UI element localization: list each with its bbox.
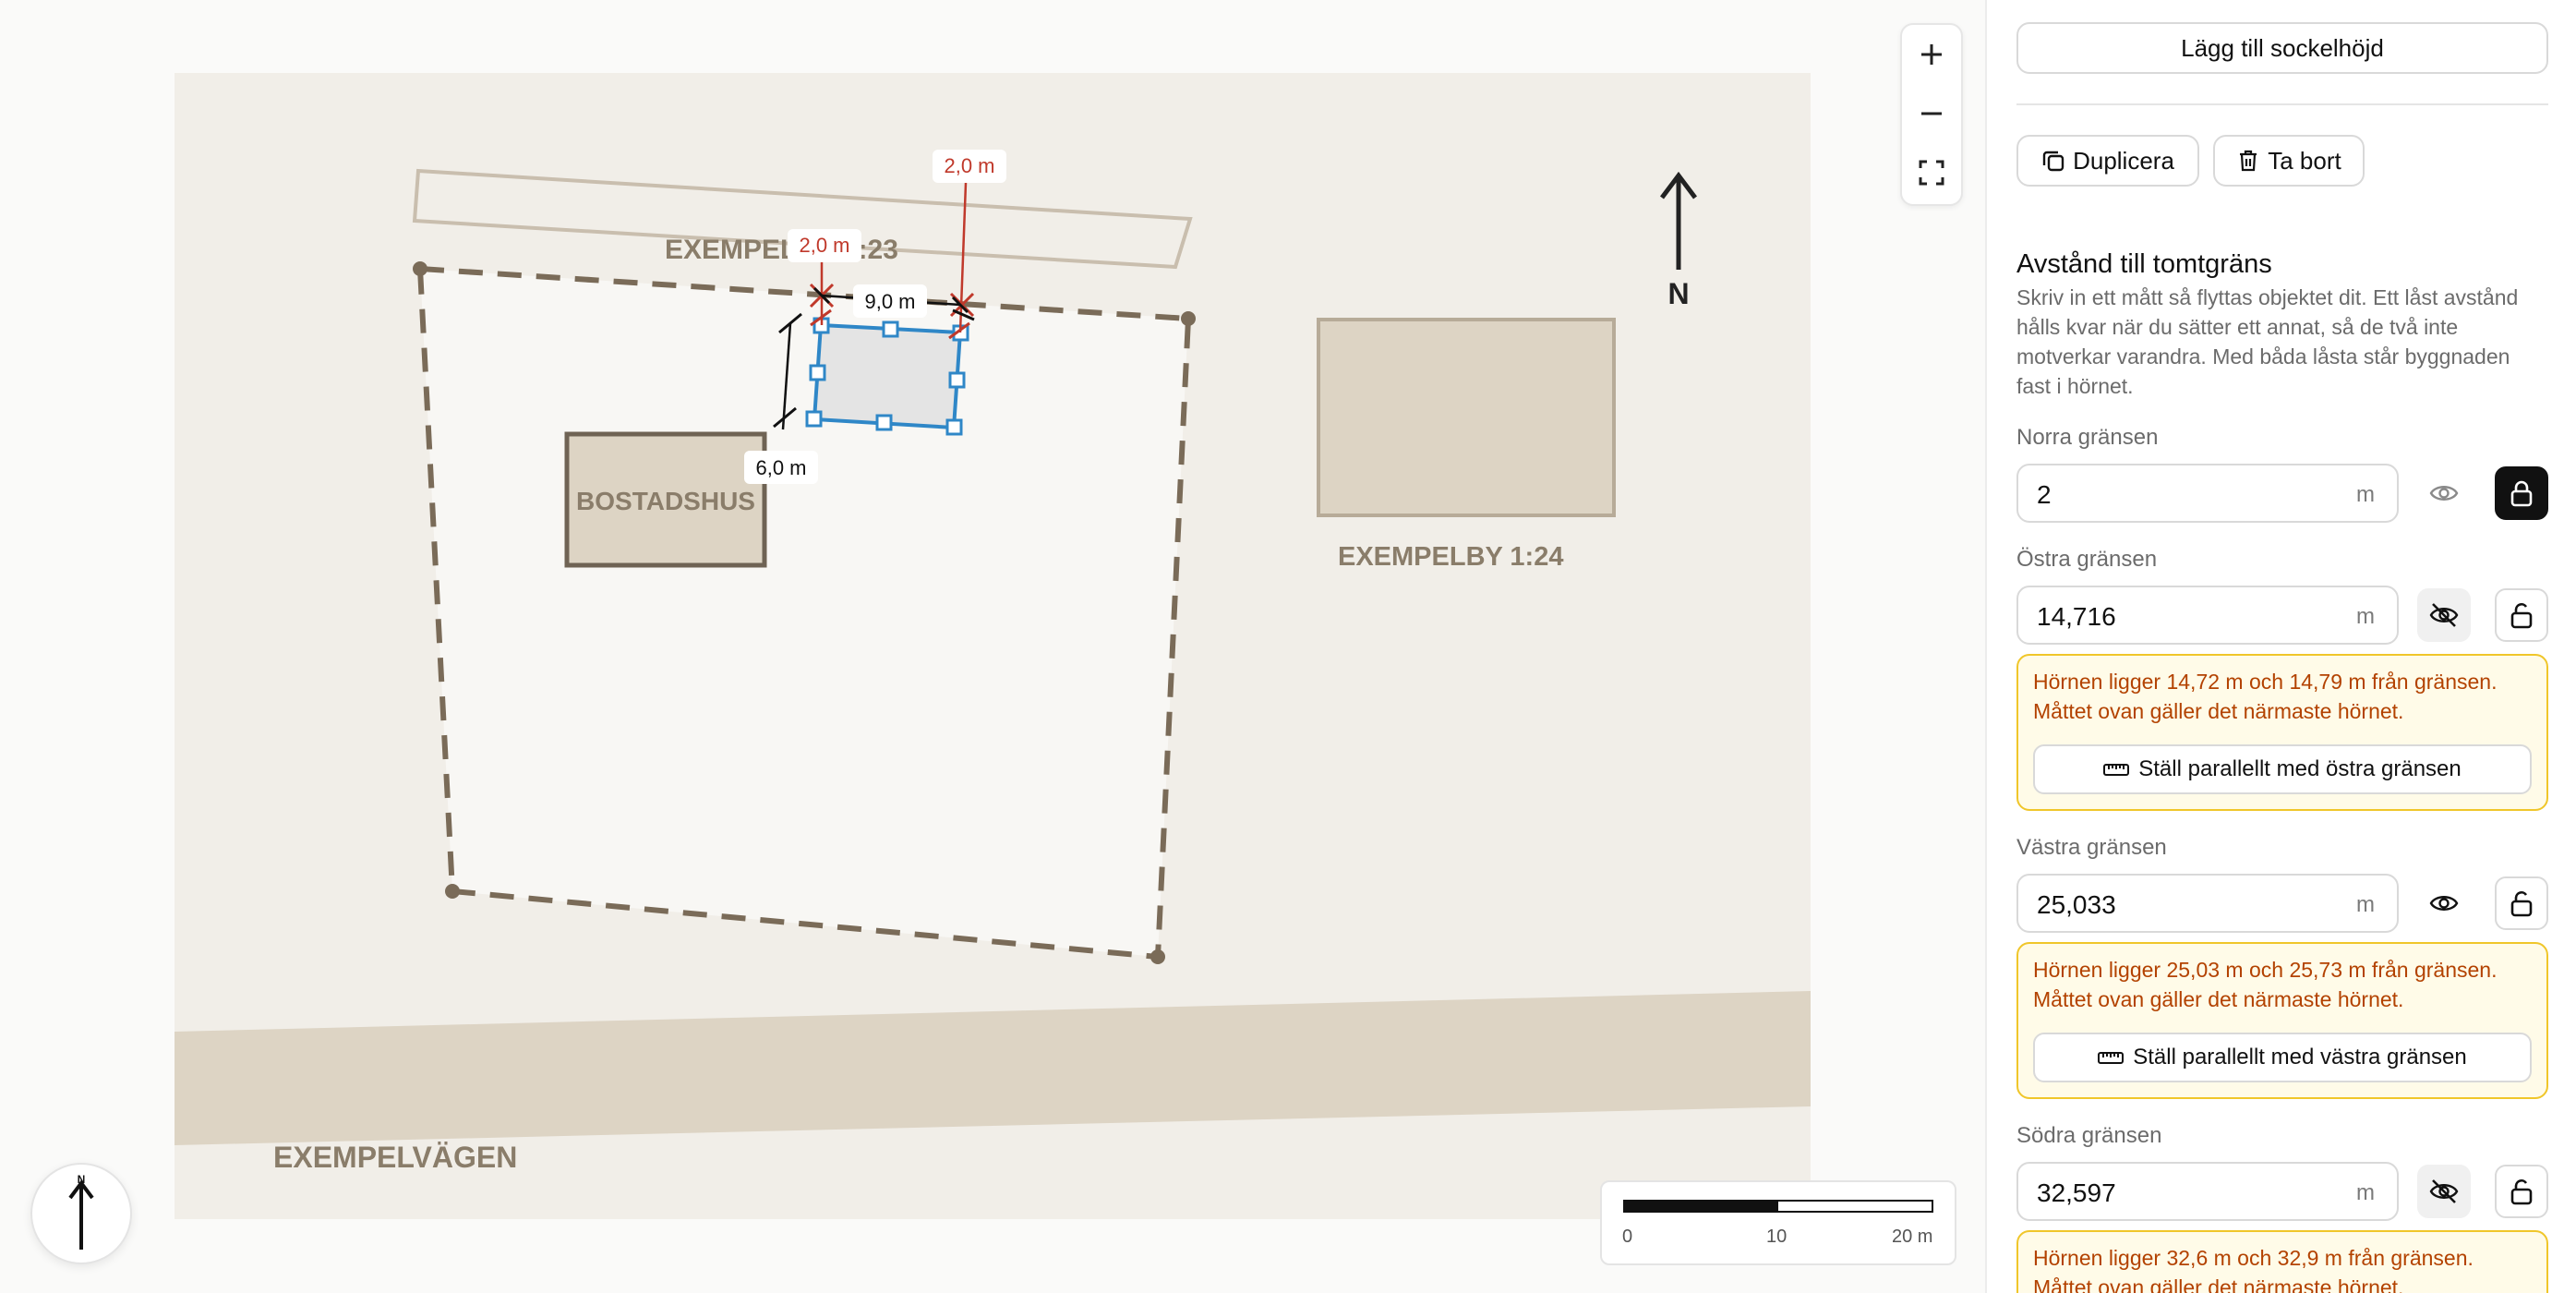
west-warning-text: Hörnen ligger 25,03 m och 25,73 m från g… [2033, 958, 2498, 1011]
south-boundary-label: Södra gränsen [2016, 1123, 2162, 1148]
east-lock-toggle[interactable] [2495, 588, 2548, 642]
ruler-icon [2098, 1052, 2125, 1064]
east-distance-value: 14,716 [2037, 602, 2116, 631]
resize-handle[interactable] [882, 320, 899, 338]
fullscreen-icon [1919, 160, 1944, 186]
resize-handle[interactable] [875, 414, 893, 431]
eye-off-icon [2429, 1179, 2459, 1203]
west-parallel-button[interactable]: Ställ parallellt med västra gränsen [2033, 1033, 2532, 1082]
boundary-vertex[interactable] [445, 884, 460, 899]
west-warning: Hörnen ligger 25,03 m och 25,73 m från g… [2016, 942, 2548, 1099]
south-lock-toggle[interactable] [2495, 1165, 2548, 1218]
north-visibility-toggle[interactable] [2417, 466, 2471, 520]
section-title: Avstånd till tomtgräns [2016, 249, 2272, 279]
unit-label: m [2356, 1180, 2375, 1205]
duplicate-button[interactable]: Duplicera [2016, 135, 2199, 187]
boundary-vertex[interactable] [1150, 949, 1165, 964]
svg-text:N: N [78, 1173, 86, 1186]
compass-button[interactable]: N [30, 1163, 132, 1264]
plot-name-label: EXEMPELBY 1:23 [665, 235, 898, 265]
road-label: EXEMPELVÄGEN [273, 1141, 517, 1174]
resize-handle[interactable] [948, 371, 966, 389]
resize-handle[interactable] [805, 410, 823, 428]
west-lock-toggle[interactable] [2495, 876, 2548, 930]
dimension-label-width[interactable]: 9,0 m [853, 284, 927, 318]
eye-icon [2429, 486, 2459, 501]
west-parallel-label: Ställ parallellt med västra gränsen [2133, 1045, 2467, 1069]
unlock-icon [2510, 891, 2533, 917]
north-arrow-icon: N [68, 1173, 94, 1250]
unlock-icon [2510, 603, 2533, 629]
add-plinth-height-label: Lägg till sockelhöjd [2181, 33, 2384, 62]
south-distance-value: 32,597 [2037, 1178, 2116, 1207]
resize-handle[interactable] [809, 364, 826, 381]
scale-label: 20 m [1892, 1227, 1933, 1247]
east-boundary-label: Östra gränsen [2016, 547, 2158, 572]
divider [2016, 103, 2548, 105]
south-distance-field[interactable]: 32,597 m [2016, 1162, 2399, 1221]
map-canvas[interactable]: EXEMPELBY 1:23 EXEMPELBY 1:24 EXEMPELVÄG… [0, 0, 1985, 1293]
delete-label: Ta bort [2268, 146, 2341, 175]
north-distance-value: 2 [2037, 480, 2052, 509]
zoom-controls [1900, 23, 1963, 206]
selected-building[interactable] [812, 322, 963, 430]
north-label: N [1667, 277, 1689, 310]
duplicate-label: Duplicera [2073, 146, 2174, 175]
eye-icon [2429, 896, 2459, 911]
east-warning: Hörnen ligger 14,72 m och 14,79 m från g… [2016, 654, 2548, 811]
zoom-in-button[interactable] [1902, 25, 1961, 84]
scale-bar: 0 10 20 m [1600, 1180, 1956, 1265]
plot-area[interactable] [420, 269, 1188, 957]
scale-label: 10 [1766, 1227, 1788, 1247]
unit-label: m [2356, 892, 2375, 917]
neighbor-building [1317, 318, 1616, 517]
svg-text:9,0 m: 9,0 m [864, 290, 915, 313]
delete-button[interactable]: Ta bort [2213, 135, 2365, 187]
ruler-icon [2103, 764, 2130, 776]
north-boundary-label: Norra gränsen [2016, 425, 2159, 450]
zoom-out-button[interactable] [1902, 84, 1961, 143]
lock-icon [2510, 480, 2533, 507]
plus-icon [1921, 44, 1942, 65]
copy-icon [2042, 151, 2064, 172]
south-visibility-toggle[interactable] [2417, 1165, 2471, 1218]
west-visibility-toggle[interactable] [2417, 876, 2471, 930]
minus-icon [1921, 112, 1942, 115]
eye-off-icon [2429, 603, 2459, 627]
fullscreen-button[interactable] [1902, 143, 1961, 202]
dimension-label-west[interactable]: 6,0 m [744, 451, 818, 484]
boundary-vertex[interactable] [1181, 311, 1196, 326]
svg-text:6,0 m: 6,0 m [755, 456, 806, 479]
south-warning: Hörnen ligger 32,6 m och 32,9 m från grä… [2016, 1230, 2548, 1293]
svg-text:2,0 m: 2,0 m [944, 154, 994, 177]
dimension-label-north-a[interactable]: 2,0 m [788, 229, 861, 262]
east-parallel-button[interactable]: Ställ parallellt med östra gränsen [2033, 744, 2532, 794]
north-lock-toggle[interactable] [2495, 466, 2548, 520]
neighbor-plot-label: EXEMPELBY 1:24 [1338, 542, 1563, 572]
svg-text:2,0 m: 2,0 m [799, 234, 849, 257]
east-visibility-toggle[interactable] [2417, 588, 2471, 642]
dimension-label-north-b[interactable]: 2,0 m [933, 150, 1006, 183]
unit-label: m [2356, 604, 2375, 629]
properties-panel: Lägg till sockelhöjd Duplicera Ta bort A… [1985, 0, 2576, 1293]
unlock-icon [2510, 1179, 2533, 1205]
west-boundary-label: Västra gränsen [2016, 835, 2167, 860]
north-distance-field[interactable]: 2 m [2016, 464, 2399, 523]
trash-icon [2240, 150, 2257, 172]
boundary-vertex[interactable] [413, 261, 427, 276]
south-warning-text: Hörnen ligger 32,6 m och 32,9 m från grä… [2033, 1246, 2474, 1293]
east-warning-text: Hörnen ligger 14,72 m och 14,79 m från g… [2033, 670, 2498, 723]
west-distance-value: 25,033 [2037, 890, 2116, 919]
scale-label: 0 [1622, 1227, 1633, 1247]
section-description: Skriv in ett mått så flyttas objektet di… [2016, 285, 2519, 398]
west-distance-field[interactable]: 25,033 m [2016, 874, 2399, 933]
unit-label: m [2356, 482, 2375, 507]
resize-handle[interactable] [945, 418, 963, 436]
house-label: BOSTADSHUS [576, 487, 755, 515]
add-plinth-height-button[interactable]: Lägg till sockelhöjd [2016, 22, 2548, 74]
east-distance-field[interactable]: 14,716 m [2016, 586, 2399, 645]
east-parallel-label: Ställ parallellt med östra gränsen [2138, 756, 2462, 781]
